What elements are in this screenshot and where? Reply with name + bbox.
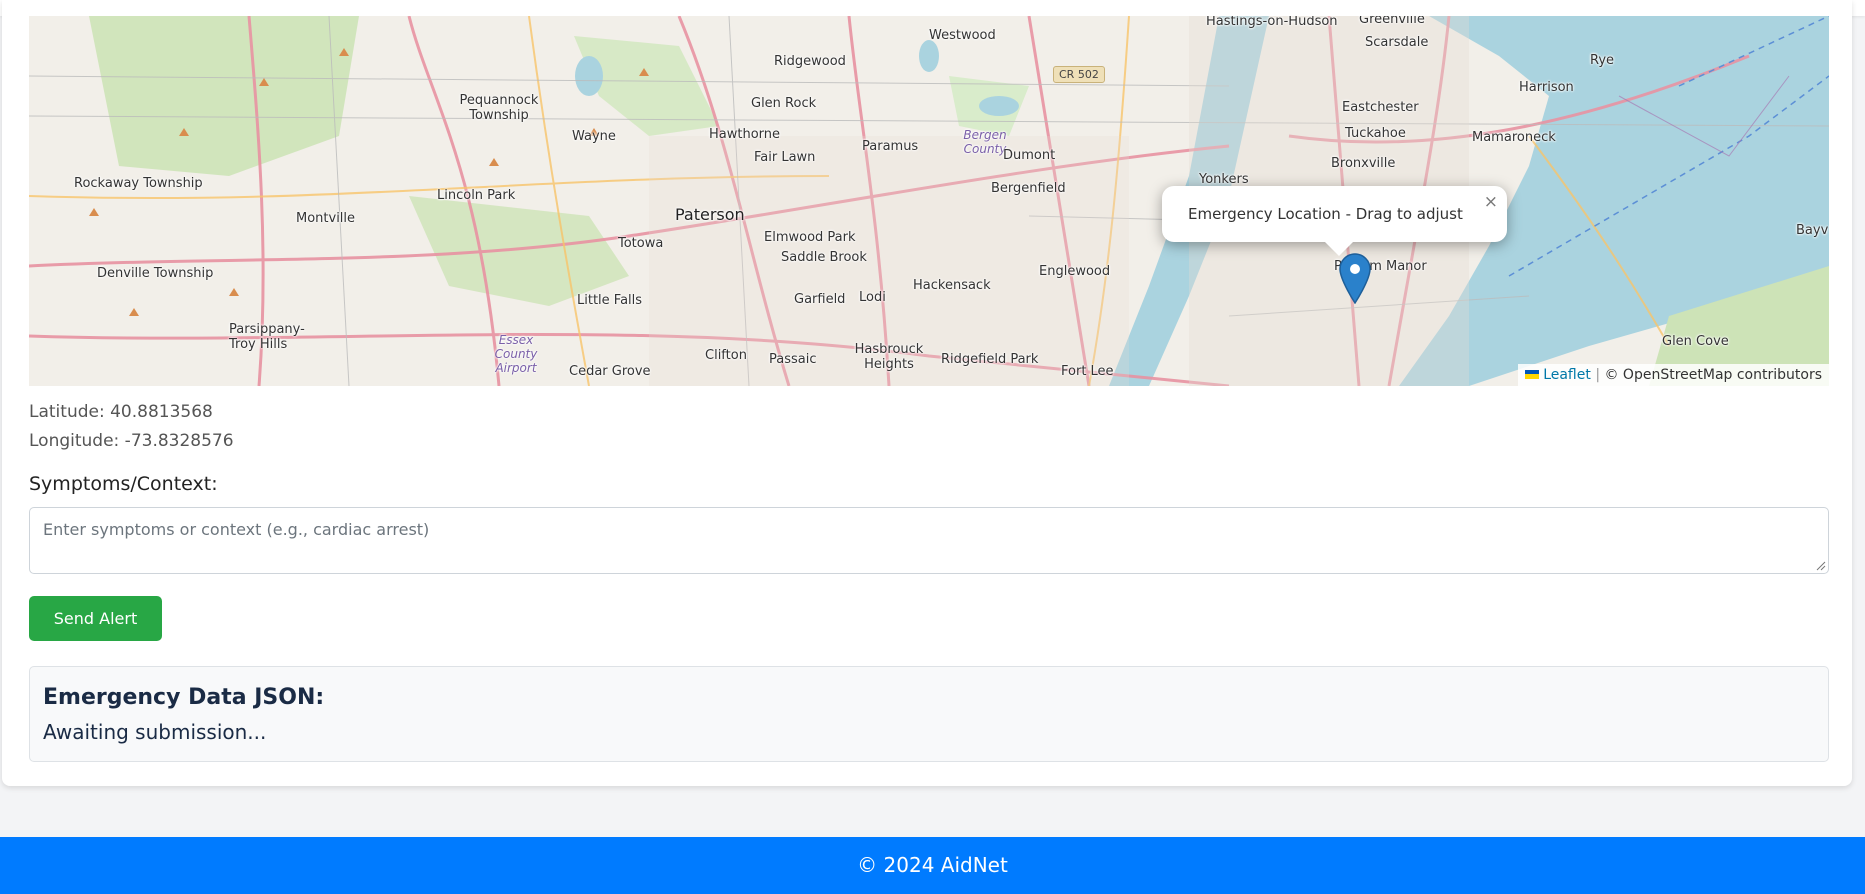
ukraine-flag-icon bbox=[1525, 369, 1540, 379]
map-label: Little Falls bbox=[577, 293, 643, 308]
map-label: Clifton bbox=[705, 348, 747, 363]
footer: © 2024 AidNet bbox=[0, 837, 1865, 894]
map-label: Ridgefield Park bbox=[941, 352, 1039, 367]
symptoms-label: Symptoms/Context: bbox=[29, 473, 218, 495]
location-popup: Emergency Location - Drag to adjust × bbox=[1162, 186, 1507, 256]
map-label: Passaic bbox=[769, 352, 817, 367]
map-label: Fort Lee bbox=[1061, 364, 1114, 379]
map-label: Hasbrouck Heights bbox=[854, 342, 924, 372]
map-label: Lincoln Park bbox=[437, 188, 516, 203]
emergency-form-card: Hastings-on-Hudson Greenville Scarsdale … bbox=[2, 0, 1852, 786]
route-shield: CR 502 bbox=[1053, 66, 1105, 83]
map-label: Westwood bbox=[929, 28, 996, 43]
leaflet-link[interactable]: Leaflet bbox=[1543, 367, 1591, 383]
map-label: Montville bbox=[296, 211, 356, 226]
attribution-text: © OpenStreetMap contributors bbox=[1604, 367, 1822, 383]
map-label: Yonkers bbox=[1199, 172, 1249, 187]
map-label: Fair Lawn bbox=[754, 150, 816, 165]
popup-text: Emergency Location - Drag to adjust bbox=[1188, 205, 1463, 223]
map-label: Mamaroneck bbox=[1472, 130, 1556, 145]
map-label: Paramus bbox=[862, 139, 919, 154]
map-label: Bergenfield bbox=[991, 181, 1066, 196]
resize-grip-icon[interactable] bbox=[1816, 561, 1826, 571]
map-label: Pequannock Township bbox=[459, 93, 539, 123]
map-label: Glen Cove bbox=[1662, 334, 1729, 349]
map-label: Rockaway Township bbox=[74, 176, 203, 191]
symptoms-input[interactable] bbox=[29, 507, 1829, 574]
map-label: Hawthorne bbox=[709, 127, 781, 142]
map-label: Rye bbox=[1590, 53, 1615, 68]
map-label: Greenville bbox=[1359, 16, 1425, 27]
map-label: Garfield bbox=[794, 292, 846, 307]
map-label: Totowa bbox=[618, 236, 664, 251]
map-label: Hastings-on-Hudson bbox=[1206, 16, 1338, 29]
map-label: Wayne bbox=[572, 129, 616, 144]
map-label: Bayv bbox=[1796, 223, 1829, 238]
map-label: Glen Rock bbox=[751, 96, 817, 111]
map-label: Tuckahoe bbox=[1345, 126, 1406, 141]
map-label: Eastchester bbox=[1342, 100, 1419, 115]
map-label: Harrison bbox=[1519, 80, 1574, 95]
popup-close-button[interactable]: × bbox=[1484, 192, 1498, 212]
map-label: Cedar Grove bbox=[569, 364, 651, 379]
json-panel-status: Awaiting submission... bbox=[43, 720, 267, 744]
json-output-panel: Emergency Data JSON: Awaiting submission… bbox=[29, 666, 1829, 762]
map-label: Ridgewood bbox=[774, 54, 846, 69]
map-label: Bronxville bbox=[1331, 156, 1396, 171]
map-label: Lodi bbox=[859, 290, 886, 305]
map-label: Denville Township bbox=[97, 266, 214, 281]
map-label: Elmwood Park bbox=[764, 230, 856, 245]
map-label: Englewood bbox=[1039, 264, 1111, 279]
map-label: Saddle Brook bbox=[781, 250, 867, 265]
map-label: Essex County Airport bbox=[494, 333, 538, 375]
footer-text: © 2024 AidNet bbox=[857, 853, 1008, 877]
json-panel-title: Emergency Data JSON: bbox=[43, 685, 325, 710]
map-attribution: Leaflet | © OpenStreetMap contributors bbox=[1518, 364, 1829, 386]
attribution-separator: | bbox=[1595, 367, 1601, 383]
map-view[interactable]: Hastings-on-Hudson Greenville Scarsdale … bbox=[29, 16, 1829, 386]
map-label: Dumont bbox=[1003, 148, 1056, 163]
latitude-text: Latitude: 40.8813568 bbox=[29, 402, 213, 422]
longitude-text: Longitude: -73.8328576 bbox=[29, 431, 234, 451]
map-label: Scarsdale bbox=[1365, 35, 1429, 50]
map-label: Parsippany-Troy Hills bbox=[229, 322, 305, 352]
map-label: Paterson bbox=[675, 205, 745, 224]
map-label: Hackensack bbox=[913, 278, 991, 293]
send-alert-button[interactable]: Send Alert bbox=[29, 596, 162, 641]
